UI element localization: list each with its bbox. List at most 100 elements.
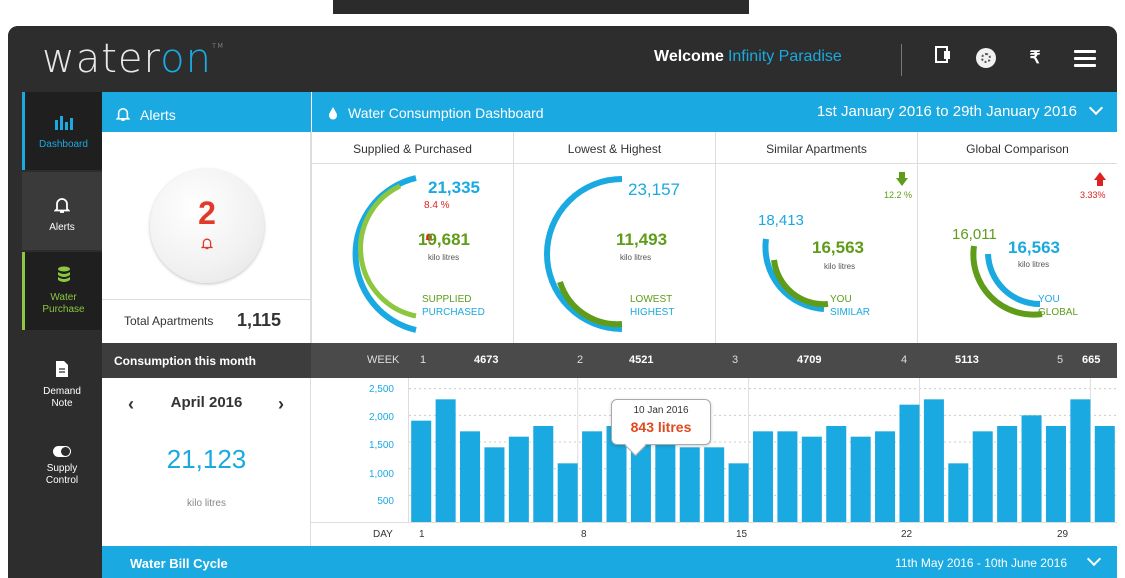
unit-label: kilo litres — [824, 262, 856, 271]
chevron-down-icon[interactable] — [1086, 551, 1102, 567]
document-icon — [22, 360, 102, 382]
bar-day-28[interactable] — [1070, 399, 1091, 522]
unit-label: kilo litres — [620, 253, 652, 262]
change-percent: 3.33% — [1080, 190, 1106, 200]
bar-day-12[interactable] — [679, 447, 700, 522]
bar-day-5[interactable] — [508, 436, 529, 522]
unit-label: kilo litres — [1018, 260, 1050, 269]
total-apartments-label: Total Apartments — [124, 314, 214, 328]
card-lowest-highest[interactable]: Lowest & Highest 23,157 11,493 kilo litr… — [513, 132, 715, 343]
x-axis-label: DAY — [373, 529, 393, 540]
chevron-down-icon[interactable] — [1088, 100, 1104, 116]
bar-day-6[interactable] — [533, 426, 554, 522]
x-tick-label: 29 — [1057, 529, 1069, 540]
bar-day-27[interactable] — [1045, 426, 1066, 522]
chevron-right-icon[interactable]: › — [278, 394, 284, 415]
bar-day-26[interactable] — [1021, 415, 1042, 522]
legend-you: YOU — [1038, 294, 1060, 305]
bar-day-1[interactable] — [411, 420, 432, 522]
bar-chart-icon — [54, 116, 73, 130]
logo: wateronTM — [42, 36, 224, 82]
sidebar-item-dashboard[interactable]: Dashboard — [22, 92, 102, 170]
bar-day-21[interactable] — [899, 404, 920, 522]
arrow-up-icon — [1094, 172, 1106, 186]
bar-day-14[interactable] — [728, 463, 749, 522]
bell-icon — [22, 196, 102, 218]
sidebar-item-label: Supply Control — [45, 463, 79, 486]
daily-consumption-chart: 2,500 2,000 1,500 1,000 500 DAY 1 8 15 2… — [311, 378, 1117, 546]
user-name[interactable]: Infinity Paradise — [728, 48, 842, 65]
bell-icon — [115, 107, 131, 121]
legend-purchased: PURCHASED — [422, 307, 485, 318]
bar-day-23[interactable] — [948, 463, 969, 522]
dashboard-header: Water Consumption Dashboard 1st January … — [311, 92, 1117, 132]
globe-icon[interactable] — [975, 46, 997, 73]
bar-day-18[interactable] — [826, 426, 847, 522]
bar-day-15[interactable] — [752, 431, 774, 522]
sidebar-item-alerts[interactable]: Alerts — [22, 172, 102, 250]
week-number: 3 — [732, 354, 739, 366]
you-value: 16,563 — [1008, 238, 1060, 257]
sidebar-item-label: Dashboard — [39, 139, 88, 150]
main-content: Alerts Water Consumption Dashboard 1st J… — [102, 92, 1117, 578]
bar-day-16[interactable] — [777, 431, 798, 522]
bar-day-4[interactable] — [484, 447, 505, 522]
water-bill-cycle-bar[interactable]: Water Bill Cycle 11th May 2016 - 10th Ju… — [102, 546, 1117, 578]
bar-day-24[interactable] — [972, 431, 993, 522]
chart-tooltip: 10 Jan 2016 843 litres — [611, 399, 711, 445]
welcome-text: Welcome Infinity Paradise — [654, 48, 842, 66]
consumption-title: Consumption this month — [102, 343, 311, 378]
menu-icon[interactable] — [1074, 50, 1096, 67]
sidebar-item-label: Water Purchase — [42, 292, 85, 315]
x-axis: DAY 1 8 15 22 29 — [311, 522, 1117, 546]
you-value: 16,563 — [812, 238, 864, 257]
x-tick-label: 8 — [581, 529, 587, 540]
alerts-title: Alerts — [140, 107, 176, 123]
card-title: Lowest & Highest — [514, 132, 715, 164]
bill-cycle-title: Water Bill Cycle — [130, 556, 228, 571]
legend-similar: SIMILAR — [830, 307, 871, 318]
change-badge: 8.4 % — [424, 200, 450, 242]
bar-day-3[interactable] — [460, 431, 481, 522]
bar-day-19[interactable] — [850, 436, 871, 522]
week-number: 4 — [901, 354, 908, 366]
y-tick-label: 500 — [377, 496, 394, 507]
total-apartments-value: 1,115 — [236, 310, 281, 330]
logo-text: water — [42, 36, 161, 82]
bar-day-13[interactable] — [704, 447, 725, 522]
bar-day-8[interactable] — [582, 431, 603, 522]
sidebar-item-water-purchase[interactable]: Water Purchase — [22, 252, 102, 330]
rupee-icon[interactable]: ₹ — [1026, 46, 1044, 70]
y-tick-label: 2,000 — [368, 412, 394, 423]
sidebar-item-supply-control[interactable]: Supply Control — [22, 438, 102, 508]
legend-supplied: SUPPLIED — [422, 294, 472, 305]
date-range-selector[interactable]: 1st January 2016 to 29th January 2016 — [817, 103, 1077, 120]
bill-cycle-range: 11th May 2016 - 10th June 2016 — [895, 556, 1067, 570]
purchased-value: 19,681 — [418, 230, 470, 249]
tooltip-value: 843 litres — [630, 419, 692, 435]
bar-day-29[interactable] — [1094, 426, 1115, 522]
welcome-label: Welcome — [654, 48, 724, 65]
bar-day-20[interactable] — [875, 431, 896, 522]
bar-day-17[interactable] — [801, 436, 822, 522]
bar-day-25[interactable] — [997, 426, 1018, 522]
sidebar-item-demand-note[interactable]: Demand Note — [22, 358, 102, 428]
bar-day-7[interactable] — [557, 463, 578, 522]
x-tick-label: 1 — [419, 529, 425, 540]
device-top-bezel — [333, 0, 749, 14]
week-number: 1 — [420, 354, 427, 366]
legend-highest: HIGHEST — [630, 307, 675, 318]
legend-you: YOU — [830, 294, 852, 305]
card-similar-apartments[interactable]: Similar Apartments 12.2 % 18,413 16,563 … — [715, 132, 917, 343]
bar-day-2[interactable] — [435, 399, 456, 522]
alert-count-badge[interactable]: 2 — [150, 169, 264, 283]
bar-day-22[interactable] — [923, 399, 944, 522]
card-title: Global Comparison — [918, 132, 1117, 164]
lowest-highest-arcs — [544, 176, 623, 332]
alerts-header[interactable]: Alerts — [102, 92, 311, 132]
report-icon[interactable] — [934, 46, 952, 71]
header: wateronTM Welcome Infinity Paradise ₹ — [8, 26, 1117, 92]
week-number: 5 — [1057, 354, 1064, 366]
card-supplied-purchased[interactable]: Supplied & Purchased 21,335 8.4 % 19,681… — [311, 132, 513, 343]
card-global-comparison[interactable]: Global Comparison 3.33% 16,011 16,563 ki… — [917, 132, 1117, 343]
